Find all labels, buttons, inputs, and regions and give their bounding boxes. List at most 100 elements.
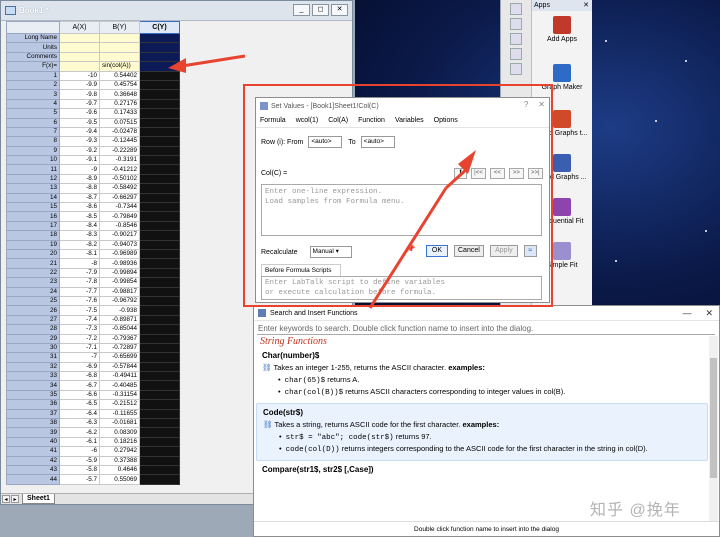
cell-a[interactable]: -6.2 xyxy=(59,427,100,438)
minimize-icon[interactable]: — xyxy=(682,308,691,319)
apply-button[interactable]: Apply xyxy=(489,245,518,257)
cell-c[interactable] xyxy=(139,324,180,335)
meta-cell-c[interactable] xyxy=(139,51,180,63)
cell-b[interactable]: -0.98936 xyxy=(99,258,140,269)
cell-b[interactable]: -0.98817 xyxy=(99,286,140,297)
cell-c[interactable] xyxy=(139,436,180,448)
restore-button[interactable]: ◻ xyxy=(312,4,329,16)
cell-a[interactable]: -8.1 xyxy=(59,248,100,260)
meta-cell-b[interactable] xyxy=(99,32,140,44)
row-number[interactable]: 39 xyxy=(6,427,60,438)
help-icon[interactable]: ? xyxy=(524,100,528,109)
row-number[interactable]: 14 xyxy=(6,192,60,204)
cell-a[interactable]: -6.7 xyxy=(59,380,100,391)
row-number[interactable]: 19 xyxy=(6,239,60,251)
function-list[interactable]: String Functions Char(number)$ ⛓ Takes a… xyxy=(256,336,708,522)
cell-b[interactable]: -0.72897 xyxy=(99,342,140,354)
formula-input[interactable]: Enter one-line expression. Load samples … xyxy=(261,184,542,236)
cell-b[interactable]: 0.4646 xyxy=(99,464,140,476)
function-name[interactable]: Compare(str1$, str2$ [,Case]) xyxy=(262,465,702,474)
cell-a[interactable]: -6.3 xyxy=(59,417,100,429)
cell-c[interactable] xyxy=(139,446,180,457)
collapse-button[interactable]: ≈ xyxy=(523,245,537,257)
menu-cola[interactable]: Col(A) xyxy=(328,117,348,124)
meta-cell-a[interactable] xyxy=(59,51,100,63)
row-number[interactable]: 9 xyxy=(6,145,60,157)
row-number[interactable]: 11 xyxy=(6,164,60,175)
function-card-compare[interactable]: Compare(str1$, str2$ [,Case]) xyxy=(256,461,708,481)
cell-b[interactable]: 0.07515 xyxy=(99,117,140,128)
cell-c[interactable] xyxy=(139,117,180,128)
row-number[interactable]: 28 xyxy=(6,324,60,335)
meta-cell-a[interactable] xyxy=(59,42,100,53)
row-number[interactable]: 25 xyxy=(6,295,60,307)
cell-c[interactable] xyxy=(139,455,180,466)
row-number[interactable]: 7 xyxy=(6,126,60,138)
row-number[interactable]: 41 xyxy=(6,446,60,457)
cell-c[interactable] xyxy=(139,464,180,476)
cell-a[interactable]: -8.5 xyxy=(59,211,100,222)
cell-b[interactable]: -0.41212 xyxy=(99,164,140,175)
cell-c[interactable] xyxy=(139,126,180,138)
cell-b[interactable]: -0.938 xyxy=(99,305,140,316)
row-number[interactable]: 22 xyxy=(6,267,60,279)
cell-c[interactable] xyxy=(139,361,180,373)
cell-b[interactable]: 0.27176 xyxy=(99,98,140,110)
cell-a[interactable]: -7 xyxy=(59,352,100,363)
cell-b[interactable]: 0.37388 xyxy=(99,455,140,466)
function-search-input[interactable]: Enter keywords to search. Double click f… xyxy=(257,323,715,335)
cell-a[interactable]: -9.2 xyxy=(59,145,100,157)
cell-b[interactable]: 0.54402 xyxy=(99,70,140,81)
cell-c[interactable] xyxy=(139,295,180,307)
cell-b[interactable]: -0.8546 xyxy=(99,220,140,232)
cell-a[interactable]: -5.8 xyxy=(59,464,100,476)
script-input[interactable]: Enter LabTalk script to define variables… xyxy=(261,276,542,300)
cell-b[interactable]: -0.66297 xyxy=(99,192,140,204)
first-button[interactable]: |<< xyxy=(470,168,486,179)
cell-b[interactable]: -0.99894 xyxy=(99,267,140,279)
cell-a[interactable]: -6 xyxy=(59,446,100,457)
strip-icon[interactable] xyxy=(510,18,522,30)
cell-b[interactable]: -0.90217 xyxy=(99,230,140,241)
cell-c[interactable] xyxy=(139,380,180,391)
cell-a[interactable]: -9.5 xyxy=(59,117,100,128)
meta-cell-b[interactable] xyxy=(99,51,140,63)
cell-c[interactable] xyxy=(139,333,180,344)
menu-variables[interactable]: Variables xyxy=(395,117,424,124)
cell-a[interactable]: -9.3 xyxy=(59,136,100,147)
cell-a[interactable]: -8.7 xyxy=(59,192,100,204)
cell-a[interactable]: -7.9 xyxy=(59,267,100,279)
cell-c[interactable] xyxy=(139,98,180,110)
from-field[interactable]: <auto> xyxy=(308,136,343,148)
cell-c[interactable] xyxy=(139,136,180,147)
before-formula-scripts-tab[interactable]: Before Formula Scripts xyxy=(261,264,341,276)
strip-icon[interactable] xyxy=(510,33,522,45)
cell-c[interactable] xyxy=(139,427,180,438)
cell-c[interactable] xyxy=(139,145,180,157)
pin-icon[interactable]: 📌 xyxy=(404,245,418,257)
cell-b[interactable]: 0.55069 xyxy=(99,474,140,485)
cell-a[interactable]: -6.9 xyxy=(59,361,100,373)
meta-row-label[interactable]: Units xyxy=(6,42,60,53)
row-number[interactable]: 35 xyxy=(6,389,60,401)
row-number[interactable]: 24 xyxy=(6,286,60,297)
cell-b[interactable]: -0.40485 xyxy=(99,380,140,391)
cell-b[interactable]: 0.27942 xyxy=(99,446,140,457)
cell-c[interactable] xyxy=(139,79,180,91)
cell-a[interactable]: -5.9 xyxy=(59,455,100,466)
cell-a[interactable]: -8 xyxy=(59,258,100,269)
function-card-char[interactable]: Char(number)$ ⛓ Takes an integer 1-255, … xyxy=(256,347,708,403)
menu-options[interactable]: Options xyxy=(434,117,458,124)
row-number[interactable]: 29 xyxy=(6,333,60,344)
cell-c[interactable] xyxy=(139,239,180,251)
row-number[interactable]: 40 xyxy=(6,436,60,448)
strip-icon[interactable] xyxy=(510,3,522,15)
cell-a[interactable]: -6.4 xyxy=(59,408,100,420)
cell-b[interactable]: -0.99854 xyxy=(99,277,140,288)
cell-b[interactable]: -0.58492 xyxy=(99,183,140,194)
cell-c[interactable] xyxy=(139,277,180,288)
next-button[interactable]: >> xyxy=(508,168,524,179)
meta-cell-c[interactable] xyxy=(139,42,180,53)
function-name[interactable]: Char(number)$ xyxy=(262,351,702,360)
cell-b[interactable]: 0.08309 xyxy=(99,427,140,438)
